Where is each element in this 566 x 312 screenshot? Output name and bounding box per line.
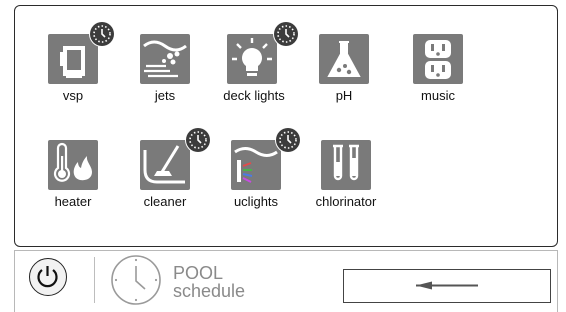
device-label: cleaner xyxy=(143,194,187,209)
device-jets[interactable]: jets xyxy=(123,34,223,134)
device-music[interactable]: music xyxy=(413,34,513,134)
device-label: jets xyxy=(154,88,176,103)
schedule-clock-icon xyxy=(90,22,114,46)
flask-icon xyxy=(319,34,369,84)
toolbar-divider xyxy=(94,257,95,303)
test-tubes-icon xyxy=(321,140,371,190)
device-label: pH xyxy=(335,88,353,103)
device-label: chlorinator xyxy=(315,194,377,209)
pool-schedule-button[interactable]: POOL schedule xyxy=(109,253,269,307)
device-label: deck lights xyxy=(223,88,285,103)
power-icon xyxy=(37,266,58,288)
arrow-left-icon xyxy=(416,281,478,290)
schedule-clock-icon xyxy=(276,128,300,152)
device-vsp[interactable]: vsp xyxy=(35,22,135,134)
device-cleaner[interactable]: cleaner xyxy=(123,128,223,240)
schedule-line2: schedule xyxy=(173,281,246,301)
device-label: vsp xyxy=(62,88,84,103)
device-deck-lights[interactable]: deck lights xyxy=(223,22,327,134)
back-button[interactable] xyxy=(343,269,551,303)
pool-cleaner-icon xyxy=(140,140,190,190)
device-heater[interactable]: heater xyxy=(35,140,135,240)
outlet-icon xyxy=(413,34,463,84)
device-uclights[interactable]: uclights xyxy=(231,128,331,240)
device-ph[interactable]: pH xyxy=(319,34,419,134)
jets-icon xyxy=(140,34,190,84)
thermometer-flame-icon xyxy=(48,140,98,190)
underwater-light-icon xyxy=(231,140,281,190)
bottom-toolbar: POOL schedule xyxy=(14,250,558,312)
power-button[interactable] xyxy=(29,258,67,296)
schedule-clock-icon xyxy=(186,128,210,152)
device-label: music xyxy=(421,88,455,103)
schedule-label: POOL schedule xyxy=(173,264,245,300)
light-bulb-icon xyxy=(227,34,277,84)
device-panel: vsp jets deck lights pH music heater cle… xyxy=(14,5,558,247)
device-chlorinator[interactable]: chlorinator xyxy=(316,140,421,240)
schedule-clock-icon xyxy=(274,22,298,46)
device-label: heater xyxy=(54,194,92,209)
schedule-line1: POOL xyxy=(173,263,224,283)
device-label: uclights xyxy=(233,194,279,209)
clock-icon xyxy=(111,255,161,305)
